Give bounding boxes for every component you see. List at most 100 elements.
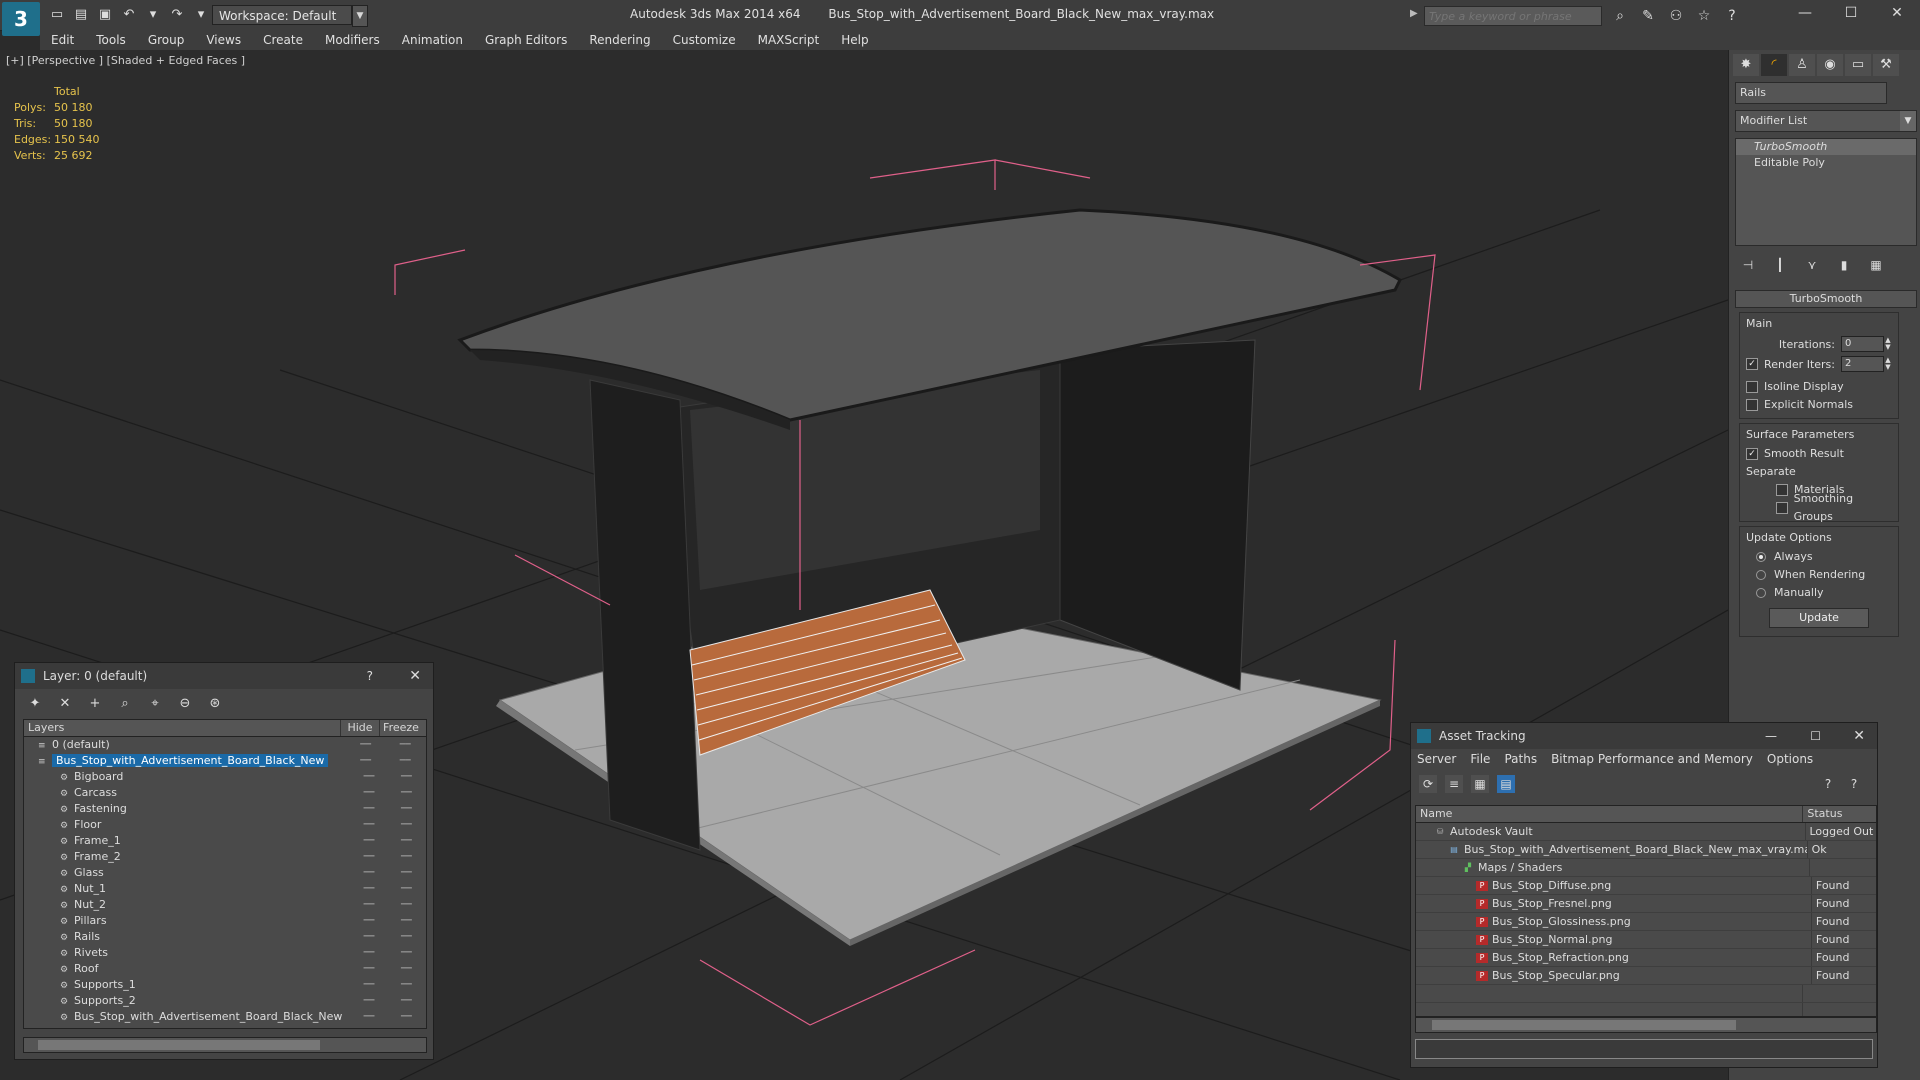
maximize-icon[interactable]: ☐ [1828,0,1874,26]
menu-item-views[interactable]: Views [195,33,252,47]
layer-name-cell[interactable]: ⚙ Nut_1 [24,881,351,897]
binoculars-icon[interactable]: ⌕ [1610,6,1630,26]
turbosmooth-rollout-header[interactable]: TurboSmooth [1735,290,1917,308]
menu-item-customize[interactable]: Customize [662,33,747,47]
configure-sets-icon[interactable]: ▦ [1867,256,1885,274]
iterations-spinner[interactable]: 0 [1841,336,1884,352]
asset-menu-item-options[interactable]: Options [1767,749,1813,769]
workspace-dropdown[interactable]: Workspace: Default [212,5,352,25]
hide-toggle[interactable]: ━━ [351,977,386,993]
asset-row[interactable]: ▤ Bus_Stop_with_Advertisement_Board_Black… [1416,841,1876,859]
freeze-toggle[interactable]: ━━ [387,897,426,913]
update-button[interactable]: Update [1769,608,1869,628]
layer-name-cell[interactable]: ⚙ Glass [24,865,351,881]
col-hide[interactable]: Hide [341,720,380,736]
asset-menu-item-paths[interactable]: Paths [1504,749,1537,769]
horizontal-scrollbar[interactable] [1415,1017,1877,1033]
layer-name-cell[interactable]: ⚙ Frame_1 [24,833,351,849]
freeze-toggle[interactable]: ━━ [387,833,426,849]
hide-toggle[interactable]: ━━ [351,945,386,961]
freeze-toggle[interactable]: ━━ [387,817,426,833]
hide-toggle[interactable]: ━━ [351,897,386,913]
asset-row[interactable]: P Bus_Stop_Glossiness.png Found [1416,913,1876,931]
freeze-toggle[interactable]: ━━ [387,801,426,817]
layer-name-cell[interactable]: ⚙ Bigboard [24,769,351,785]
layer-name-cell[interactable]: ⚙ Frame_2 [24,849,351,865]
asset-row[interactable]: ⛁ Autodesk Vault Logged Out [1416,823,1876,841]
menu-item-modifiers[interactable]: Modifiers [314,33,391,47]
chevron-down-icon[interactable]: ▼ [352,5,368,27]
asset-menu-item-bitmap-performance-and-memory[interactable]: Bitmap Performance and Memory [1551,749,1753,769]
help-icon[interactable]: ? [367,663,373,689]
freeze-toggle[interactable]: ━━ [387,977,426,993]
layer-name-cell[interactable]: ⚙ Supports_1 [24,977,351,993]
favorites-star-icon[interactable]: ☆ [1694,6,1714,26]
table-view-icon[interactable]: ▤ [1497,775,1515,793]
app-logo-icon[interactable]: 3 [2,2,40,36]
menu-item-maxscript[interactable]: MAXScript [747,33,831,47]
freeze-toggle[interactable]: ━━ [387,945,426,961]
make-unique-icon[interactable]: ⋎ [1803,256,1821,274]
utilities-tab-icon[interactable]: ⚒ [1873,54,1899,76]
col-layers[interactable]: Layers [24,720,341,736]
close-icon[interactable]: ✕ [1874,0,1920,26]
asset-row[interactable]: P Bus_Stop_Specular.png Found [1416,967,1876,985]
col-name[interactable]: Name [1416,806,1804,822]
layer-name-cell[interactable]: ⚙ Roof [24,961,351,977]
layer-name-cell[interactable]: ⚙ Fastening [24,801,351,817]
modifier-stack-item[interactable]: Editable Poly [1736,155,1916,171]
layer-row[interactable]: ⚙ Supports_2 ━━ ━━ [24,993,426,1009]
horizontal-scrollbar[interactable] [23,1037,427,1053]
hide-toggle[interactable]: ━━ [351,849,386,865]
layer-row[interactable]: ⚙ Nut_1 ━━ ━━ [24,881,426,897]
layer-name-cell[interactable]: ⚙ Pillars [24,913,351,929]
hide-toggle[interactable]: ━━ [351,993,386,1009]
minimize-icon[interactable]: — [1782,0,1828,26]
smooth-result-checkbox[interactable]: ✓ [1746,448,1758,460]
search-expand-icon[interactable]: ▶ [1410,8,1418,19]
highlight-layer-icon[interactable]: ⌖ [145,695,165,713]
freeze-toggle[interactable]: ━━ [387,993,426,1009]
layer-name-cell[interactable]: ⚙ Carcass [24,785,351,801]
display-tab-icon[interactable]: ▭ [1845,54,1871,76]
always-radio[interactable] [1756,552,1766,562]
when-rendering-radio[interactable] [1756,570,1766,580]
freeze-toggle[interactable]: ━━ [387,785,426,801]
list-view-icon[interactable]: ≡ [1445,775,1463,793]
layer-name-cell[interactable]: ⚙ Rails [24,929,351,945]
layer-row[interactable]: ⚙ Floor ━━ ━━ [24,817,426,833]
delete-layer-icon[interactable]: ✕ [55,695,75,713]
layer-row[interactable]: ⚙ Bigboard ━━ ━━ [24,769,426,785]
col-freeze[interactable]: Freeze [380,720,422,736]
asset-menu-item-server[interactable]: Server [1417,749,1456,769]
refresh-icon[interactable]: ⟳ [1419,775,1437,793]
layer-name-cell[interactable]: ⚙ Nut_2 [24,897,351,913]
scrollbar-thumb[interactable] [38,1040,320,1050]
render-iters-spinner[interactable]: 2 [1841,356,1884,372]
freeze-toggle[interactable]: ━━ [387,769,426,785]
hide-toggle[interactable]: ━━ [351,961,386,977]
maximize-icon[interactable]: ☐ [1810,723,1821,749]
create-layer-icon[interactable]: ✦ [25,695,45,713]
search-input[interactable] [1424,6,1602,26]
layer-row[interactable]: ⚙ Frame_2 ━━ ━━ [24,849,426,865]
hide-toggle[interactable]: ━━ [347,753,385,769]
hide-toggle[interactable]: ━━ [351,913,386,929]
show-end-result-icon[interactable]: ┃ [1771,256,1789,274]
asset-tracking-titlebar[interactable]: Asset Tracking — ☐ ✕ [1411,723,1877,749]
hide-toggle[interactable]: ━━ [351,929,386,945]
layer-row[interactable]: ⚙ Roof ━━ ━━ [24,961,426,977]
new-file-icon[interactable]: ▭ [48,6,66,24]
create-tab-icon[interactable]: ✸ [1733,54,1759,76]
layer-row[interactable]: ⚙ Nut_2 ━━ ━━ [24,897,426,913]
redo-icon[interactable]: ↷ [168,6,186,24]
hide-toggle[interactable]: ━━ [351,801,386,817]
freeze-all-icon[interactable]: ⊛ [205,695,225,713]
manually-radio[interactable] [1756,588,1766,598]
hide-toggle[interactable]: ━━ [351,865,386,881]
col-status[interactable]: Status [1803,806,1876,822]
menu-item-edit[interactable]: Edit [40,33,85,47]
freeze-toggle[interactable]: ━━ [387,1009,426,1025]
minimize-icon[interactable]: — [1765,723,1777,749]
menu-item-create[interactable]: Create [252,33,314,47]
